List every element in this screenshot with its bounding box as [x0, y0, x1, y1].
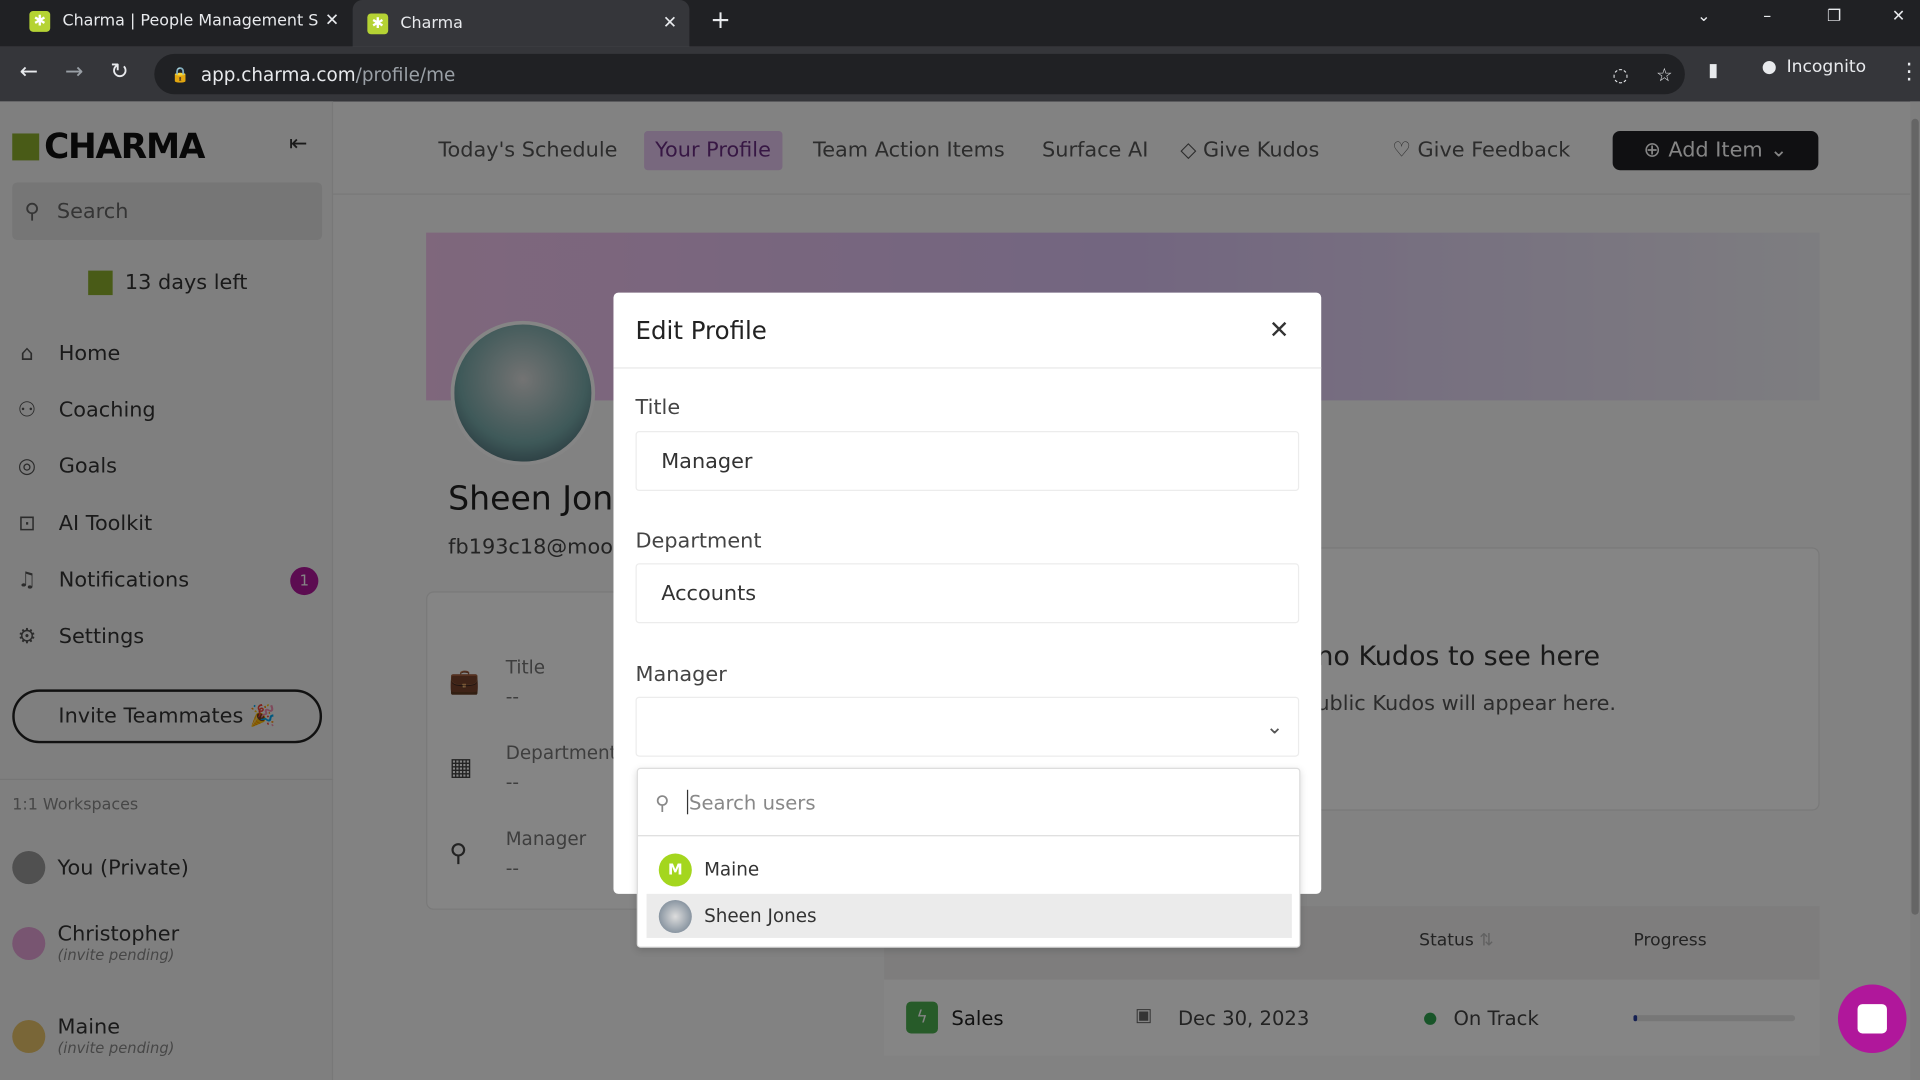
address-bar: ← → ↻ 🔒 app.charma.com/profile/me ◌ ☆ ▮ ● I… — [0, 46, 1920, 102]
lock-icon: 🔒 — [171, 65, 190, 83]
title-input[interactable]: Manager — [635, 431, 1300, 492]
user-option-maine[interactable]: M Maine — [647, 847, 1292, 891]
close-window-icon[interactable]: ✕ — [1892, 7, 1905, 25]
search-users-input[interactable]: ⚲ Search users — [637, 769, 1300, 837]
close-icon[interactable]: ✕ — [1269, 315, 1290, 344]
new-tab-icon[interactable]: + — [710, 5, 731, 34]
back-icon[interactable]: ← — [20, 59, 38, 85]
chevron-down-icon: ⌄ — [1265, 714, 1284, 739]
chat-widget-button[interactable] — [1837, 984, 1907, 1054]
browser-tab-active[interactable]: ✱ Charma ✕ — [352, 0, 690, 47]
avatar: M — [658, 852, 692, 886]
avatar — [658, 899, 692, 933]
restore-icon[interactable]: ❐ — [1827, 7, 1841, 25]
eye-off-icon[interactable]: ◌ — [1613, 63, 1629, 85]
reload-icon[interactable]: ↻ — [110, 59, 128, 85]
modal-title: Edit Profile — [613, 293, 1322, 369]
manager-dropdown: ⚲ Search users M Maine Sheen Jones — [636, 767, 1301, 948]
manager-select[interactable]: ⌄ — [635, 696, 1300, 757]
side-panel-icon[interactable]: ▮ — [1708, 59, 1718, 81]
url-field[interactable]: 🔒 app.charma.com/profile/me ◌ ☆ — [154, 53, 1685, 95]
menu-icon[interactable]: ⋮ — [1898, 59, 1920, 85]
browser-tab[interactable]: ✱ Charma | People Management S ✕ — [15, 0, 352, 42]
charma-favicon-icon: ✱ — [29, 10, 51, 32]
minimize-icon[interactable]: – — [1763, 7, 1771, 25]
search-icon: ⚲ — [655, 790, 670, 814]
tab-search-icon[interactable]: ⌄ — [1697, 7, 1710, 25]
chat-icon — [1857, 1004, 1887, 1034]
department-input[interactable]: Accounts — [635, 563, 1300, 624]
incognito-icon: ● — [1761, 57, 1777, 78]
close-tab-icon[interactable]: ✕ — [325, 11, 339, 31]
close-tab-icon[interactable]: ✕ — [663, 13, 677, 33]
user-option-sheen-jones[interactable]: Sheen Jones — [646, 893, 1292, 938]
charma-favicon-icon: ✱ — [367, 12, 389, 34]
browser-tab-bar: ✱ Charma | People Management S ✕ ✱ Charma ✕ … — [0, 0, 1920, 47]
forward-icon[interactable]: → — [65, 59, 83, 85]
incognito-indicator[interactable]: ● Incognito — [1762, 58, 1866, 78]
star-icon[interactable]: ☆ — [1656, 63, 1672, 85]
